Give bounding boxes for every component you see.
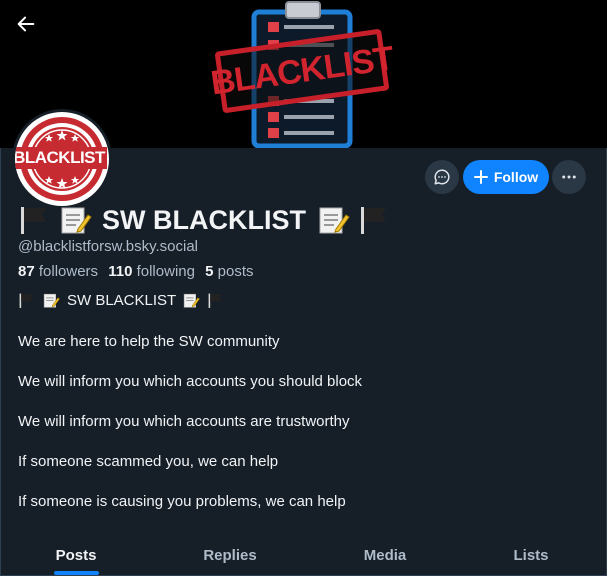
active-tab-indicator bbox=[54, 571, 99, 575]
posts-count: 5 bbox=[205, 263, 214, 280]
tab-media[interactable]: Media bbox=[355, 536, 415, 575]
bio-line: If someone is causing you problems, we c… bbox=[18, 493, 346, 510]
follow-button-label: Follow bbox=[493, 169, 539, 185]
follow-button[interactable]: Follow bbox=[463, 160, 549, 194]
page-title: SW BLACKLIST bbox=[18, 202, 392, 238]
following-link[interactable]: 110 following bbox=[108, 263, 195, 280]
posts-label: posts bbox=[217, 263, 254, 280]
profile-stats: 87 followers 110 following 5 posts bbox=[18, 263, 254, 280]
chat-bubble-icon bbox=[434, 169, 450, 185]
bio-line: We will inform you which accounts you sh… bbox=[18, 373, 363, 390]
profile-handle: @blacklistforsw.bsky.social bbox=[18, 238, 198, 255]
memo-icon bbox=[184, 293, 200, 308]
tab-posts[interactable]: Posts bbox=[45, 536, 107, 575]
followers-link[interactable]: 87 followers bbox=[18, 263, 98, 280]
bio-title: SW BLACKLIST bbox=[67, 292, 177, 309]
more-options-button[interactable] bbox=[552, 160, 586, 194]
back-button[interactable] bbox=[10, 8, 42, 40]
banner-stamp-text: BLACKLIST bbox=[208, 38, 396, 103]
tab-replies[interactable]: Replies bbox=[195, 536, 265, 575]
profile-tabs: Posts Replies Media Lists bbox=[0, 536, 607, 576]
followers-label: followers bbox=[38, 263, 99, 280]
following-count: 110 bbox=[108, 263, 133, 280]
tab-lists[interactable]: Lists bbox=[507, 536, 555, 575]
followers-count: 87 bbox=[18, 263, 35, 280]
black-flag-icon bbox=[19, 293, 33, 308]
memo-icon bbox=[319, 207, 350, 234]
avatar[interactable]: BLACKLIST bbox=[12, 109, 112, 209]
memo-icon bbox=[61, 207, 92, 234]
bio-line: We will inform you which accounts are tr… bbox=[18, 413, 350, 430]
ellipsis-icon bbox=[562, 175, 576, 179]
bio-line: If someone scammed you, we can help bbox=[18, 453, 279, 470]
memo-icon bbox=[43, 293, 60, 308]
bio-title-line: SW BLACKLIST bbox=[18, 292, 225, 309]
black-flag-icon bbox=[21, 207, 46, 234]
blacklist-stamp: BLACKLIST bbox=[208, 28, 396, 114]
message-button[interactable] bbox=[425, 160, 459, 194]
display-name: SW BLACKLIST bbox=[102, 204, 306, 235]
black-flag-icon bbox=[208, 293, 223, 308]
posts-stat: 5 posts bbox=[205, 263, 253, 280]
black-flag-icon bbox=[360, 207, 386, 234]
following-label: following bbox=[136, 263, 195, 280]
plus-icon bbox=[473, 170, 488, 184]
avatar-seal-text: BLACKLIST bbox=[15, 147, 107, 169]
bio-line: We are here to help the SW community bbox=[18, 333, 280, 350]
arrow-left-icon bbox=[17, 16, 35, 32]
